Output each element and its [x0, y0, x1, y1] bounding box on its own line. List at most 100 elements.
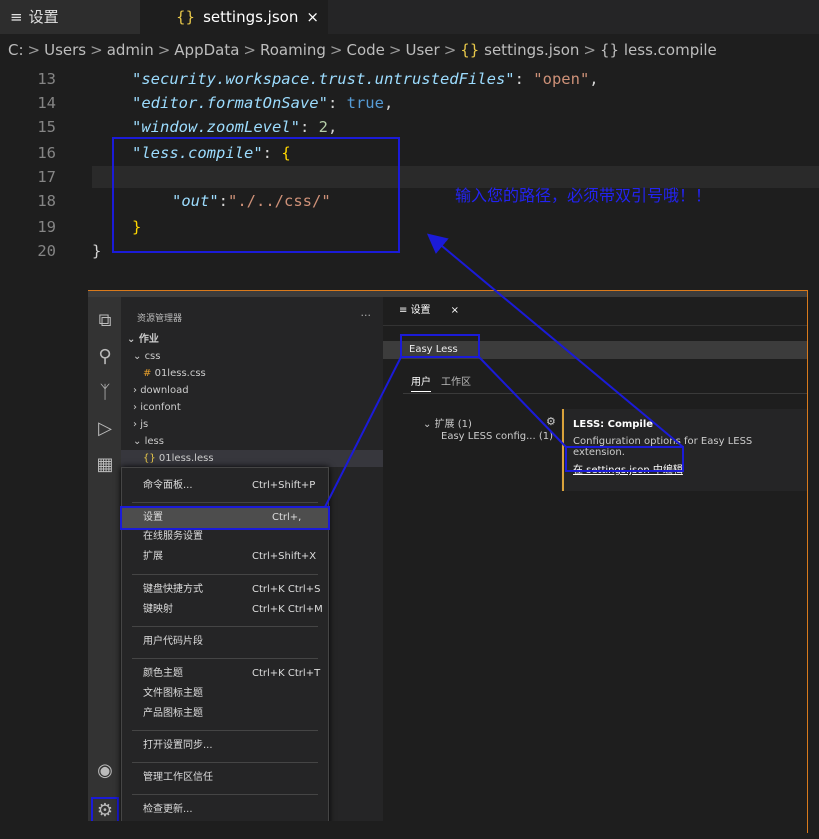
line-number: 15 [37, 118, 56, 136]
breadcrumb: C: > Users > admin > AppData > Roaming > Code > User… [0, 34, 819, 66]
menu-item-keymaps[interactable]: 键映射 Ctrl+K Ctrl+M [122, 600, 328, 620]
menu-separator [132, 794, 318, 795]
menu-separator [132, 658, 318, 659]
json-file-icon: {} [176, 8, 196, 26]
breadcrumb-item[interactable]: settings.json [484, 41, 579, 59]
line-number: 18 [37, 192, 56, 210]
tab-settings-json-label: settings.json [203, 8, 299, 26]
breadcrumb-item[interactable]: less.compile [624, 41, 717, 59]
menu-item-settings[interactable]: 设置 Ctrl+, [120, 506, 330, 530]
menu-separator [132, 574, 318, 575]
annotation-text: 输入您的路径，必须带双引号哦！！ [455, 186, 712, 205]
activity-bar: ⧉ ⚲ ᛉ ▷ ▦ ◉ ⚙ [88, 297, 121, 833]
files-icon[interactable]: ⧉ [93, 309, 117, 333]
tree-folder[interactable]: › js [133, 416, 148, 433]
breadcrumb-item[interactable]: C: [8, 41, 24, 59]
line-number: 20 [37, 242, 56, 260]
account-icon[interactable]: ◉ [93, 759, 117, 783]
source-control-icon[interactable]: ᛉ [93, 381, 117, 405]
json-object-icon: {} [599, 41, 620, 59]
run-debug-icon[interactable]: ▷ [93, 417, 117, 441]
close-icon[interactable]: × [306, 8, 319, 26]
divider [403, 393, 807, 394]
extensions-icon[interactable]: ▦ [93, 453, 117, 477]
breadcrumb-item[interactable]: Code [347, 41, 385, 59]
code-line: 15 "window.zoomLevel": 2, [0, 116, 819, 138]
editor-tab-bar: ≡ 设置 {} settings.json × [0, 0, 819, 34]
more-icon[interactable]: ··· [361, 309, 372, 322]
menu-item-file-icon-theme[interactable]: 文件图标主题 [122, 684, 328, 704]
menu-separator [132, 502, 318, 503]
chevron-right-icon: > [27, 41, 41, 59]
chevron-right-icon: > [243, 41, 256, 59]
explorer-title: 资源管理器 [137, 314, 183, 324]
settings-editor: ≡ 设置 × Easy Less 用户 工作区 ⌄ 扩展 (1) Easy LES… [383, 297, 807, 833]
chevron-right-icon: > [388, 41, 402, 59]
json-key: "security.workspace.trust.untrustedFiles… [132, 70, 515, 88]
divider [383, 325, 807, 326]
tab-settings[interactable]: ≡ 设置 [0, 0, 140, 34]
search-icon[interactable]: ⚲ [93, 345, 117, 369]
menu-separator [132, 626, 318, 627]
chevron-right-icon: > [90, 41, 103, 59]
tree-folder[interactable]: ⌄ 作业 [127, 331, 159, 348]
tab-settings-json[interactable]: {} settings.json × [140, 0, 328, 34]
line-number: 16 [37, 144, 56, 162]
chevron-right-icon: > [329, 41, 343, 59]
line-number: 13 [37, 70, 56, 88]
tab-settings[interactable]: ≡ 设置 × [383, 297, 483, 325]
settings-list-icon: ≡ [10, 8, 23, 26]
tree-file[interactable]: # 01less.css [143, 365, 206, 382]
tree-folder[interactable]: › download [133, 382, 189, 399]
json-key: "window.zoomLevel" [132, 118, 300, 136]
menu-item-workspace-trust[interactable]: 管理工作区信任 [122, 768, 328, 788]
tab-settings-label: 设置 [28, 8, 59, 26]
menu-item-extensions[interactable]: 扩展 Ctrl+Shift+X [122, 547, 328, 567]
line-number: 19 [37, 218, 56, 236]
status-bar [88, 821, 807, 833]
breadcrumb-item[interactable]: AppData [174, 41, 239, 59]
setting-description: Configuration options for Easy LESS exte… [573, 436, 753, 458]
tree-folder[interactable]: ⌄ css [133, 348, 160, 365]
json-value: 2 [318, 118, 328, 136]
json-file-icon: {} [143, 453, 156, 464]
chevron-right-icon: > [443, 41, 457, 59]
breadcrumb-item[interactable]: Users [44, 41, 86, 59]
line-number: 17 [37, 168, 56, 186]
tab-user-settings[interactable]: 用户 [411, 375, 431, 392]
close-icon[interactable]: × [451, 305, 459, 316]
tab-workspace-settings[interactable]: 工作区 [441, 375, 471, 391]
tree-folder[interactable]: › iconfont [133, 399, 181, 416]
toc-easy-less[interactable]: Easy LESS config... (1) [441, 431, 553, 442]
menu-item-user-snippets[interactable]: 用户代码片段 [122, 632, 328, 652]
settings-list-icon: ≡ [399, 305, 411, 316]
chevron-right-icon: > [157, 41, 171, 59]
tree-folder[interactable]: ⌄ less [133, 433, 164, 450]
edit-in-settings-json-link[interactable]: 在 settings.json 中编辑 [573, 461, 683, 476]
gear-icon[interactable]: ⚙ [546, 415, 556, 428]
settings-search-input[interactable]: Easy Less [383, 341, 807, 359]
line-number: 14 [37, 94, 56, 112]
css-file-icon: # [143, 368, 152, 379]
focus-indicator [562, 409, 564, 491]
breadcrumb-item[interactable]: Roaming [260, 41, 326, 59]
breadcrumb-item[interactable]: User [405, 41, 439, 59]
code-line: 14 "editor.formatOnSave": true, [0, 92, 819, 114]
menu-item-color-theme[interactable]: 颜色主题 Ctrl+K Ctrl+T [122, 664, 328, 684]
menu-item-check-updates[interactable]: 检查更新... [122, 800, 328, 820]
json-file-icon: {} [460, 41, 480, 59]
menu-item-command-palette[interactable]: 命令面板... Ctrl+Shift+P [122, 476, 328, 496]
menu-item-online-settings[interactable]: 在线服务设置 [122, 527, 328, 547]
menu-item-settings-sync[interactable]: 打开设置同步... [122, 736, 328, 756]
manage-context-menu: 命令面板... Ctrl+Shift+P 设置 Ctrl+, 在线服务设置 扩展 Ct… [120, 467, 330, 829]
toc-extensions[interactable]: ⌄ 扩展 (1) [423, 415, 472, 430]
json-key: "editor.formatOnSave" [132, 94, 328, 112]
chevron-right-icon: > [583, 41, 596, 59]
setting-title: LESS: Compile [573, 419, 654, 430]
breadcrumb-item[interactable]: admin [107, 41, 154, 59]
tree-file[interactable]: {} 01less.less [121, 450, 383, 467]
code-editor[interactable]: 13 "security.workspace.trust.untrustedFi… [0, 66, 819, 266]
menu-item-keyboard-shortcuts[interactable]: 键盘快捷方式 Ctrl+K Ctrl+S [122, 580, 328, 600]
json-value: "open" [533, 70, 590, 88]
menu-item-product-icon-theme[interactable]: 产品图标主题 [122, 704, 328, 724]
